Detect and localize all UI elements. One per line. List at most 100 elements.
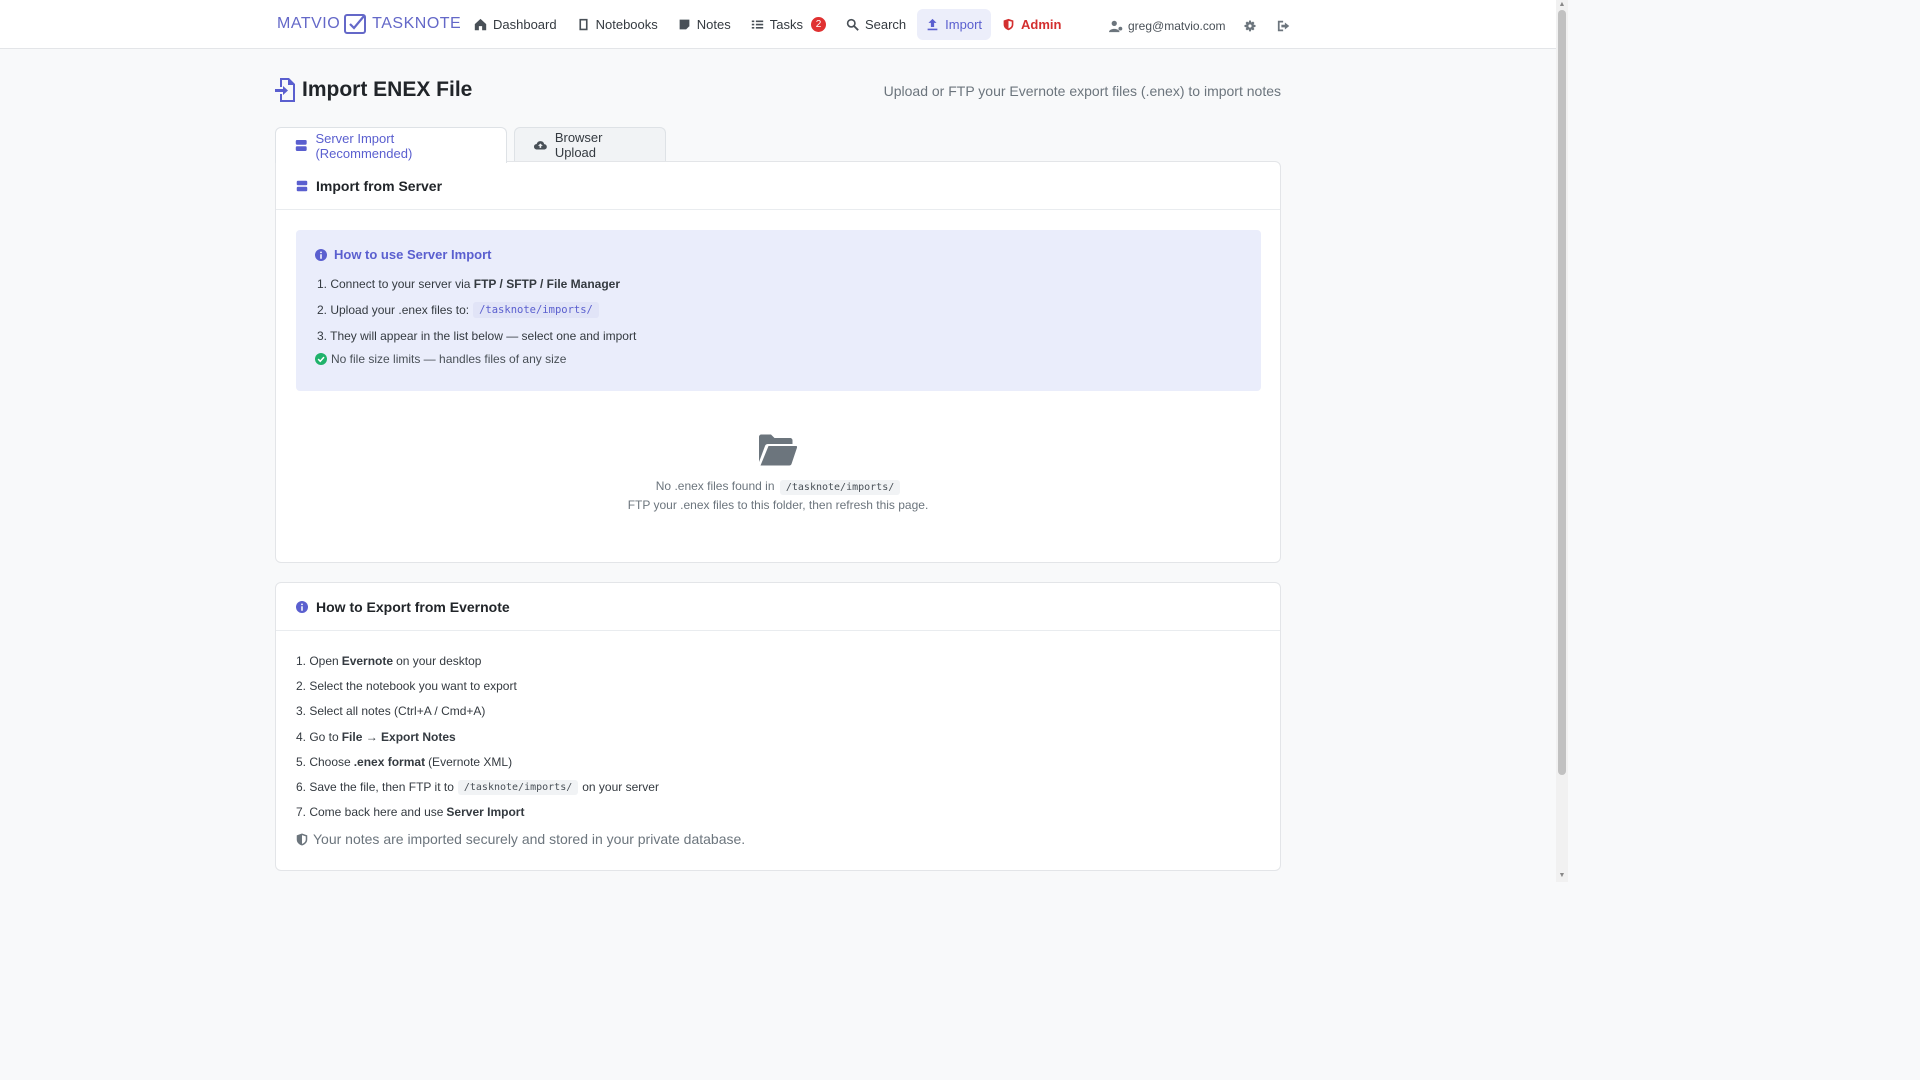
tab-browser-label: Browser Upload [554,130,603,160]
export-step-3-text: 3. Select all notes (Ctrl+A / Cmd+A) [296,704,486,719]
scrollbar-thumb[interactable] [1558,10,1566,775]
server-import-header: Import from Server [276,162,1280,210]
info-circle-icon [296,600,308,613]
top-navbar: MATVIO TASKNOTE Dashboard Notebooks Note… [0,0,1556,49]
export-step-1-bold: Evernote [341,653,394,668]
imports-path-code: /tasknote/imports/ [473,302,599,318]
export-step-6-rest: on your server [582,780,659,795]
step-1-bold: FTP / SFTP / File Manager [473,277,621,291]
export-step-7-text: 7. Come back here and use [296,805,444,820]
export-step-5-text: 5. Choose [296,754,351,769]
nav-search[interactable]: Search [837,9,915,40]
step-3-text: 3. They will appear in the list below — … [317,329,637,343]
export-howto-header: How to Export from Evernote [276,583,1280,631]
instructions-list: 1. Connect to your server via FTP / SFTP… [315,271,1242,349]
page-subtitle: Upload or FTP your Evernote export files… [883,83,1281,99]
step-2-text: 2. Upload your .enex files to: [317,303,470,317]
export-howto-card: How to Export from Evernote 1. Open Evern… [275,582,1281,871]
info-circle-icon [315,248,327,261]
gear-icon [1244,20,1256,32]
scroll-up-arrow-icon[interactable]: ▲ [1558,1,1566,9]
empty-state: No .enex files found in /tasknote/import… [276,434,1280,515]
nav-admin[interactable]: Admin [993,9,1070,40]
nav-dashboard[interactable]: Dashboard [465,9,566,40]
empty-state-text: No .enex files found in [655,479,775,493]
server-import-instructions: How to use Server Import 1. Connect to y… [296,230,1261,391]
instructions-title-text: How to use Server Import [334,247,492,262]
export-steps-list: 1. Open Evernote on your desktop 2. Select… [296,648,659,825]
notebook-check-icon [344,14,367,34]
step-1-text: 1. Connect to your server via [317,277,471,291]
export-howto-title: How to Export from Evernote [316,598,510,615]
note-icon [679,19,690,30]
nav-tasks-label: Tasks [769,17,803,32]
export-step-4: 4. Go to File → Export Notes [296,724,659,749]
nav-notes-label: Notes [696,17,731,32]
nav-notes[interactable]: Notes [669,9,740,40]
book-icon [579,18,588,31]
file-size-note: No file size limits — handles files of a… [315,352,1242,366]
nav-notebooks[interactable]: Notebooks [568,9,667,40]
nav-import-label: Import [945,17,983,32]
export-step-6-code: /tasknote/imports/ [457,779,579,795]
nav-search-label: Search [864,17,907,32]
export-step-6: 6. Save the file, then FTP it to/tasknot… [296,774,659,799]
page-title: Import ENEX File [275,78,472,102]
brand-logo[interactable]: MATVIO TASKNOTE [277,13,461,35]
export-step-6-text: 6. Save the file, then FTP it to [296,780,454,795]
settings-button[interactable] [1240,16,1260,36]
page-title-text: Import ENEX File [302,78,473,101]
security-note-text: Your notes are imported securely and sto… [313,831,746,847]
export-step-2-text: 2. Select the notebook you want to expor… [296,678,517,693]
export-step-1-text: 1. Open [296,653,339,668]
sign-out-icon [1277,20,1289,32]
export-step-4-text: 4. Go to [296,729,339,744]
export-step-5-rest: (Evernote XML) [428,754,513,769]
empty-state-line-1: No .enex files found in /tasknote/import… [276,477,1280,496]
tab-server-import[interactable]: Server Import (Recommended) [275,127,507,163]
server-import-title: Import from Server [316,177,443,194]
scroll-down-arrow-icon[interactable]: ▼ [1558,872,1566,880]
user-account[interactable]: greg@matvio.com [1109,19,1226,33]
check-circle-icon [315,353,327,365]
brand-name-left: MATVIO [277,15,341,32]
instruction-step-3: 3. They will appear in the list below — … [315,323,1242,349]
folder-open-icon [759,434,797,466]
export-step-5: 5. Choose .enex format (Evernote XML) [296,749,659,774]
user-menu: greg@matvio.com [1109,16,1294,36]
home-icon [474,18,487,31]
security-note: Your notes are imported securely and sto… [296,831,745,847]
nav-admin-label: Admin [1021,17,1062,32]
page-scrollbar[interactable]: ▲ ▼ [1556,0,1568,882]
shield-icon [1003,18,1014,31]
export-step-7: 7. Come back here and use Server Import [296,800,659,825]
tasks-count-badge: 2 [810,17,826,32]
instructions-title: How to use Server Import [315,247,1242,262]
export-step-1: 1. Open Evernote on your desktop [296,648,659,673]
server-import-card: Import from Server How to use Server Imp… [275,161,1281,563]
server-icon [295,140,307,151]
export-step-3: 3. Select all notes (Ctrl+A / Cmd+A) [296,699,659,724]
file-size-note-text: No file size limits — handles files of a… [331,352,567,366]
nav-tasks[interactable]: Tasks 2 [742,9,835,40]
nav-import[interactable]: Import [917,9,992,40]
instruction-step-1: 1. Connect to your server via FTP / SFTP… [315,271,1242,297]
export-step-5-bold: .enex format [353,754,426,769]
server-icon [296,180,308,191]
list-check-icon [751,20,763,29]
export-step-1-rest: on your desktop [396,653,482,668]
export-step-4-bold: File → Export Notes [341,729,456,744]
empty-state-line-2: FTP your .enex files to this folder, the… [627,498,929,512]
instruction-step-2: 2. Upload your .enex files to: /tasknote… [315,297,1242,323]
user-email: greg@matvio.com [1128,19,1226,33]
shield-half-icon [296,833,308,845]
upload-icon [927,18,938,31]
logout-button[interactable] [1274,16,1294,36]
main-nav: Dashboard Notebooks Notes Tasks 2 Search… [465,9,1070,40]
tab-server-label: Server Import (Recommended) [315,130,413,161]
tab-browser-upload[interactable]: Browser Upload [514,127,666,162]
nav-dashboard-label: Dashboard [493,17,557,32]
export-step-7-bold: Server Import [446,805,525,820]
nav-notebooks-label: Notebooks [595,17,658,32]
file-import-icon [275,78,295,102]
